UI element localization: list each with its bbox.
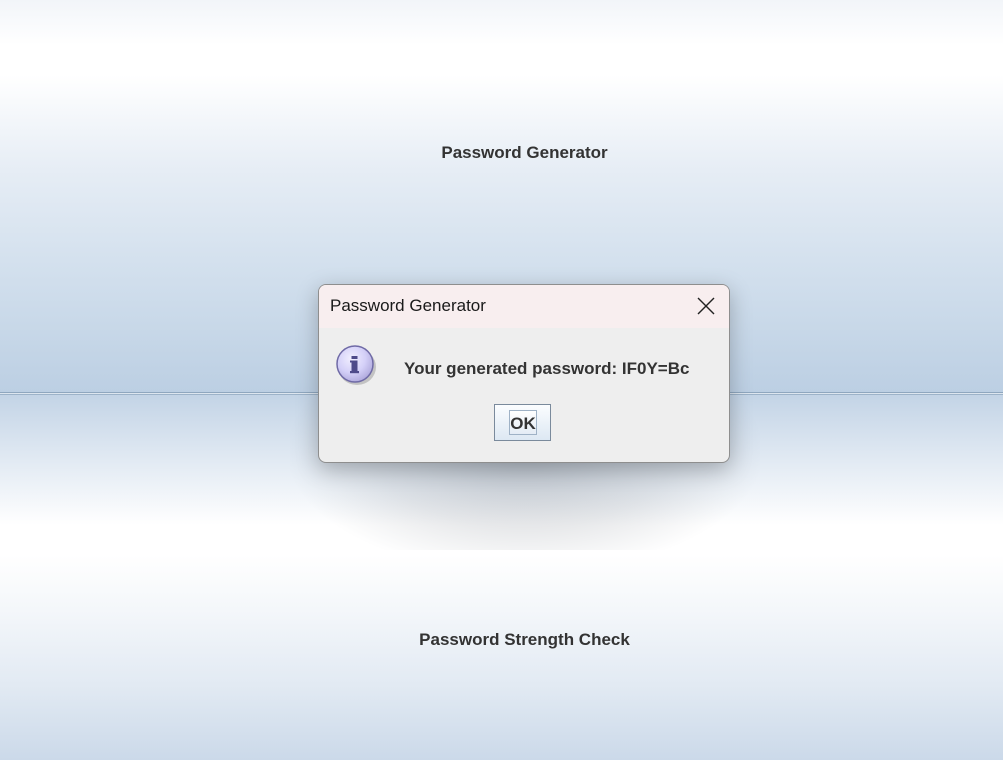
ok-button[interactable]: OK — [494, 404, 551, 441]
ok-focus-ring: OK — [509, 410, 537, 435]
app-window: Password Generator Password Strength Che… — [0, 0, 1003, 760]
info-icon — [335, 343, 379, 392]
dialog-message: Your generated password: IF0Y=Bc — [404, 359, 690, 378]
message-dialog: Password Generator Your generated passwo… — [318, 284, 730, 463]
password-generator-label: Password Generator — [441, 143, 608, 162]
password-strength-check-label: Password Strength Check — [419, 630, 630, 649]
close-icon — [697, 297, 715, 315]
ok-button-label: OK — [510, 414, 536, 433]
dialog-titlebar[interactable]: Password Generator — [319, 285, 729, 328]
dialog-title: Password Generator — [330, 296, 486, 315]
close-button[interactable] — [681, 285, 729, 328]
